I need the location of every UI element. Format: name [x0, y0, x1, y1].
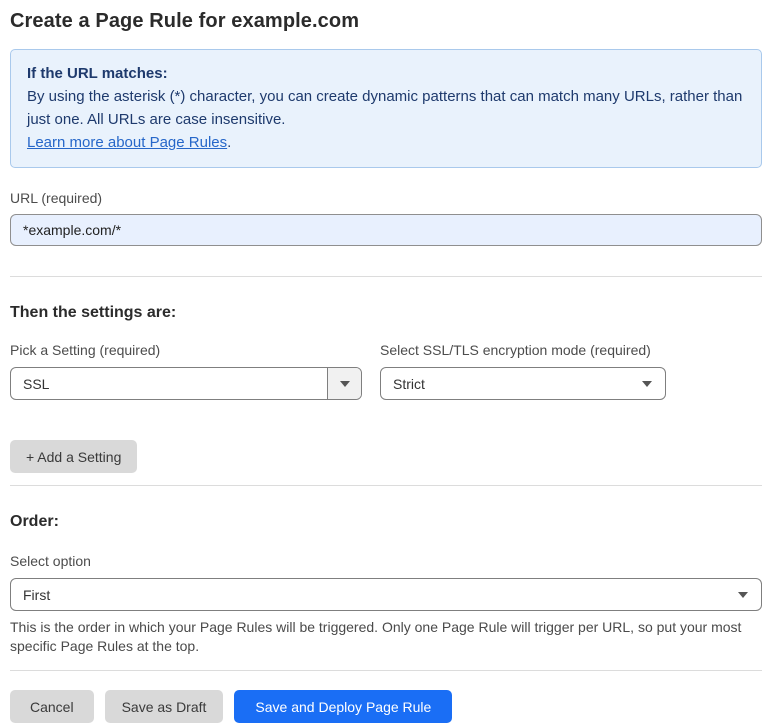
learn-more-link[interactable]: Learn more about Page Rules: [27, 134, 227, 151]
url-field-label: URL (required): [10, 190, 103, 206]
url-input[interactable]: [10, 214, 762, 246]
footer-actions: Cancel Save as Draft Save and Deploy Pag…: [10, 690, 762, 723]
page-rule-form: Create a Page Rule for example.com If th…: [0, 0, 772, 723]
pick-setting-column: Pick a Setting (required) SSL: [10, 322, 362, 400]
pick-setting-select[interactable]: SSL: [10, 367, 362, 400]
chevron-down-icon: [738, 592, 748, 598]
divider: [10, 276, 762, 277]
link-period: .: [227, 134, 232, 151]
settings-row: Pick a Setting (required) SSL Select SSL…: [10, 322, 762, 400]
encryption-mode-column: Select SSL/TLS encryption mode (required…: [380, 322, 666, 400]
save-and-deploy-button[interactable]: Save and Deploy Page Rule: [234, 690, 453, 723]
settings-section-heading: Then the settings are:: [10, 304, 177, 321]
info-box-heading: If the URL matches:: [27, 65, 168, 82]
order-select[interactable]: First: [10, 578, 762, 611]
page-title: Create a Page Rule for example.com: [10, 10, 360, 32]
info-box-link-line: Learn more about Page Rules.: [27, 131, 745, 154]
dropdown-arrow-segment[interactable]: [327, 368, 361, 399]
divider: [10, 485, 762, 486]
add-setting-button[interactable]: + Add a Setting: [10, 440, 138, 473]
order-select-label: Select option: [10, 553, 91, 569]
cancel-button[interactable]: Cancel: [10, 690, 94, 723]
info-box-body: By using the asterisk (*) character, you…: [27, 88, 743, 128]
order-help-text: This is the order in which your Page Rul…: [10, 619, 742, 654]
save-as-draft-button[interactable]: Save as Draft: [104, 690, 224, 723]
divider: [10, 670, 762, 671]
chevron-down-icon: [339, 380, 350, 387]
order-select-value: First: [23, 586, 51, 603]
pick-setting-label: Pick a Setting (required): [10, 342, 161, 358]
url-match-info-box: If the URL matches: By using the asteris…: [10, 49, 762, 168]
encryption-mode-value: Strict: [393, 375, 425, 392]
order-section-heading: Order:: [10, 513, 59, 530]
chevron-down-icon: [642, 381, 652, 387]
pick-setting-value: SSL: [23, 375, 50, 392]
encryption-mode-label: Select SSL/TLS encryption mode (required…: [380, 342, 651, 358]
encryption-mode-select[interactable]: Strict: [380, 367, 666, 400]
